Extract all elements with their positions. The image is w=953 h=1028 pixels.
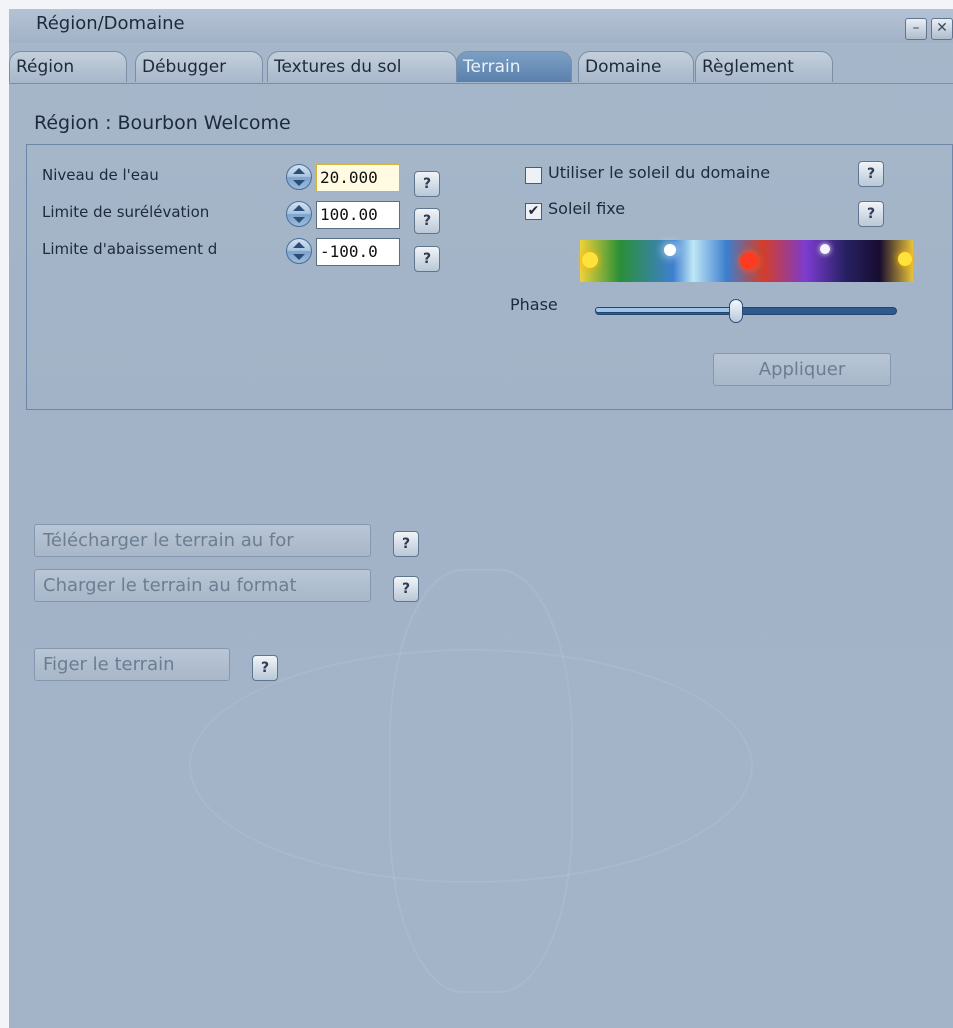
tab-estate[interactable]: Domaine bbox=[578, 51, 694, 82]
fixed-sun-help-button[interactable]: ? bbox=[858, 201, 884, 227]
water-level-spinner[interactable] bbox=[286, 164, 312, 190]
water-level-input[interactable]: 20.000 bbox=[316, 164, 400, 192]
tab-debugger[interactable]: Débugger bbox=[135, 51, 263, 82]
background-watermark-2 bbox=[389, 569, 573, 993]
download-terrain-help-button[interactable]: ? bbox=[393, 531, 419, 557]
bake-terrain-help-button[interactable]: ? bbox=[252, 655, 278, 681]
minimize-icon[interactable]: – bbox=[905, 18, 927, 40]
raise-limit-help-button[interactable]: ? bbox=[414, 208, 440, 234]
fixed-sun-label: Soleil fixe bbox=[548, 199, 626, 218]
title-bar[interactable]: Région/Domaine – ✕ bbox=[9, 9, 953, 43]
sunrise-sun-icon bbox=[582, 252, 598, 268]
close-icon[interactable]: ✕ bbox=[931, 18, 953, 40]
lower-limit-label: Limite d'abaissement d bbox=[42, 240, 218, 258]
upload-terrain-help-button[interactable]: ? bbox=[393, 576, 419, 602]
noon-sun-icon bbox=[664, 244, 676, 256]
raise-limit-spinner[interactable] bbox=[286, 201, 312, 227]
tab-covenant[interactable]: Règlement bbox=[695, 51, 833, 82]
region-name-label: Région : Bourbon Welcome bbox=[34, 112, 291, 134]
sunrise-end-sun-icon bbox=[898, 252, 912, 266]
moon-icon bbox=[820, 244, 830, 254]
tab-region[interactable]: Région bbox=[9, 51, 127, 82]
tab-ground-textures[interactable]: Textures du sol bbox=[267, 51, 457, 82]
tab-terrain[interactable]: Terrain bbox=[456, 51, 572, 82]
tab-divider bbox=[9, 83, 953, 84]
apply-button[interactable]: Appliquer bbox=[713, 353, 891, 386]
lower-limit-help-button[interactable]: ? bbox=[414, 246, 440, 272]
phase-slider-thumb[interactable] bbox=[729, 299, 743, 323]
raise-limit-label: Limite de surélévation bbox=[42, 203, 210, 221]
lower-limit-spinner[interactable] bbox=[286, 238, 312, 264]
fixed-sun-checkbox[interactable]: ✔ bbox=[525, 203, 542, 220]
use-estate-sun-label: Utiliser le soleil du domaine bbox=[548, 163, 771, 182]
water-level-help-button[interactable]: ? bbox=[414, 171, 440, 197]
use-estate-sun-checkbox[interactable] bbox=[525, 167, 542, 184]
window-title: Région/Domaine bbox=[36, 13, 185, 34]
upload-terrain-button[interactable]: Charger le terrain au format bbox=[34, 569, 371, 602]
water-level-label: Niveau de l'eau bbox=[42, 166, 159, 184]
phase-label: Phase bbox=[510, 295, 558, 314]
raise-limit-input[interactable]: 100.00 bbox=[316, 201, 400, 229]
use-estate-sun-help-button[interactable]: ? bbox=[858, 161, 884, 187]
phase-slider-fill bbox=[595, 307, 736, 313]
lower-limit-input[interactable]: -100.0 bbox=[316, 238, 400, 266]
region-estate-window: Région/Domaine – ✕ Région Débugger Textu… bbox=[9, 9, 953, 1028]
download-terrain-button[interactable]: Télécharger le terrain au for bbox=[34, 524, 371, 557]
sunset-sun-icon bbox=[740, 252, 758, 270]
tab-bar: Région Débugger Textures du sol Terrain … bbox=[9, 51, 953, 83]
bake-terrain-button[interactable]: Figer le terrain bbox=[34, 648, 230, 681]
sun-phase-strip bbox=[580, 240, 913, 282]
